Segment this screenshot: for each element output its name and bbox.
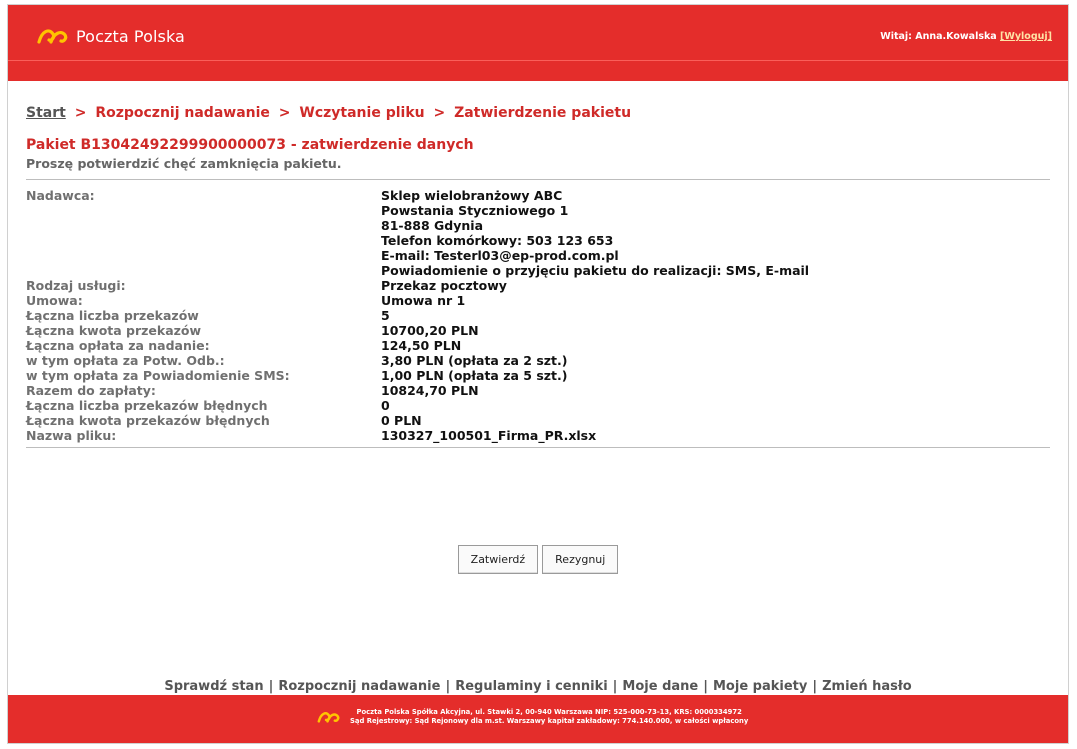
detail-row: Łączna liczba przekazów 5 (26, 308, 1050, 323)
footer-legal: Poczta Polska Spółka Akcyjna, ul. Stawki… (316, 708, 748, 726)
breadcrumb-separator: > (433, 105, 446, 121)
main-content: Start > Rozpocznij nadawanie > Wczytanie… (26, 97, 1050, 448)
divider-top (26, 179, 1050, 180)
package-code: Pakiet B13042492299900000073 (26, 137, 286, 153)
detail-label: Nadawca: (26, 188, 95, 203)
header-bar: Poczta Polska Witaj: Anna.Kowalska [Wylo… (8, 5, 1068, 81)
header-divider (8, 60, 1068, 61)
detail-label: Łączna kwota przekazów błędnych (26, 413, 270, 428)
detail-row: w tym opłata za Powiadomienie SMS: 1,00 P… (26, 368, 1050, 383)
detail-row: Łączna opłata za nadanie: 124,50 PLN (26, 338, 1050, 353)
breadcrumb-separator: > (278, 105, 291, 121)
page-frame: Poczta Polska Witaj: Anna.Kowalska [Wylo… (7, 4, 1069, 744)
poczta-polska-horn-icon (317, 712, 340, 723)
welcome-area: Witaj: Anna.Kowalska [Wyloguj] (880, 31, 1052, 42)
action-buttons: Zatwierdź Rezygnuj (8, 545, 1068, 574)
breadcrumb-step-rozpocznij: Rozpocznij nadawanie (95, 105, 270, 121)
sender-address: Sklep wielobranżowy ABC Powstania Styczn… (381, 188, 1050, 278)
page-subtitle: Proszę potwierdzić chęć zamknięcia pakie… (26, 156, 342, 171)
legal-line: Poczta Polska Spółka Akcyjna, ul. Stawki… (356, 708, 742, 716)
brand-name: Poczta Polska (76, 26, 185, 46)
footer-separator: | (812, 679, 818, 694)
footer-link-rozpocznij-nadawanie[interactable]: Rozpocznij nadawanie (278, 679, 440, 694)
divider-bottom (26, 447, 1050, 448)
sender-line: Sklep wielobranżowy ABC (381, 188, 563, 203)
detail-value: 10824,70 PLN (381, 383, 479, 398)
detail-label: w tym opłata za Powiadomienie SMS: (26, 368, 290, 383)
footer-separator: | (703, 679, 708, 694)
footer-link-sprawdz-stan[interactable]: Sprawdź stan (164, 679, 263, 694)
detail-row: Razem do zapłaty: 10824,70 PLN (26, 383, 1050, 398)
package-details-table: Nadawca: Sklep wielobranżowy ABC Powstan… (26, 188, 1050, 443)
detail-value: 1,00 PLN (opłata za 5 szt.) (381, 368, 568, 383)
poczta-polska-horn-icon (37, 29, 68, 44)
detail-value: 124,50 PLN (381, 338, 462, 353)
footer-link-moje-dane[interactable]: Moje dane (622, 679, 698, 694)
detail-label: Łączna liczba przekazów błędnych (26, 398, 268, 413)
breadcrumb-step-wczytanie: Wczytanie pliku (299, 105, 425, 121)
sender-line: 81-888 Gdynia (381, 218, 484, 233)
breadcrumb: Start > Rozpocznij nadawanie > Wczytanie… (26, 105, 1050, 121)
detail-label: Łączna kwota przekazów (26, 323, 202, 338)
detail-value: Umowa nr 1 (381, 293, 466, 308)
sender-line: Powiadomienie o przyjęciu pakietu do rea… (381, 263, 810, 278)
detail-label: w tym opłata za Potw. Odb.: (26, 353, 225, 368)
detail-row: Nazwa pliku: 130327_100501_Firma_PR.xlsx (26, 428, 1050, 443)
detail-value: 130327_100501_Firma_PR.xlsx (381, 428, 597, 443)
detail-row: Łączna liczba przekazów błędnych 0 (26, 398, 1050, 413)
detail-value: 0 PLN (381, 413, 422, 428)
detail-value: 10700,20 PLN (381, 323, 479, 338)
breadcrumb-start-link[interactable]: Start (26, 105, 66, 121)
breadcrumb-separator: > (74, 105, 87, 121)
footer-separator: | (445, 679, 451, 694)
logout-link[interactable]: [Wyloguj] (1000, 31, 1052, 42)
detail-value: 5 (381, 308, 390, 323)
footer-link-regulaminy[interactable]: Regulaminy i cenniki (455, 679, 607, 694)
confirm-button[interactable]: Zatwierdź (457, 545, 539, 574)
detail-label: Nazwa pliku: (26, 428, 117, 443)
brand-logo[interactable]: Poczta Polska (36, 25, 185, 47)
detail-row: Łączna kwota przekazów 10700,20 PLN (26, 323, 1050, 338)
page-title-suffix: - zatwierdzenie danych (286, 137, 474, 153)
detail-label: Razem do zapłaty: (26, 383, 156, 398)
detail-value: Przekaz pocztowy (381, 278, 507, 293)
breadcrumb-step-zatwierdzenie: Zatwierdzenie pakietu (454, 105, 632, 121)
detail-row: Umowa: Umowa nr 1 (26, 293, 1050, 308)
detail-label: Umowa: (26, 293, 83, 308)
detail-row: Łączna kwota przekazów błędnych 0 PLN (26, 413, 1050, 428)
footer-separator: | (612, 679, 618, 694)
footer-link-zmien-haslo[interactable]: Zmień hasło (822, 679, 912, 694)
footer-bar: Poczta Polska Spółka Akcyjna, ul. Stawki… (8, 695, 1068, 743)
detail-label: Łączna liczba przekazów (26, 308, 199, 323)
detail-value: 3,80 PLN (opłata za 2 szt.) (381, 353, 568, 368)
detail-label: Łączna opłata za nadanie: (26, 338, 210, 353)
footer-link-moje-pakiety[interactable]: Moje pakiety (713, 679, 807, 694)
detail-row-sender: Nadawca: Sklep wielobranżowy ABC Powstan… (26, 188, 1050, 278)
detail-value: 0 (381, 398, 390, 413)
legal-line: Sąd Rejestrowy: Sąd Rejonowy dla m.st. W… (350, 717, 749, 725)
footer-nav: Sprawdź stan | Rozpocznij nadawanie | Regula… (8, 679, 1068, 694)
detail-row: w tym opłata za Potw. Odb.: 3,80 PLN (opł… (26, 353, 1050, 368)
welcome-text: Witaj: Anna.Kowalska (880, 31, 997, 42)
legal-text: Poczta Polska Spółka Akcyjna, ul. Stawki… (350, 708, 748, 726)
sender-line: Telefon komórkowy: 503 123 653 (381, 233, 614, 248)
sender-line: E-mail: Testerl03@ep-prod.com.pl (381, 248, 619, 263)
detail-row: Rodzaj usługi: Przekaz pocztowy (26, 278, 1050, 293)
page-title: Pakiet B13042492299900000073 - zatwierdz… (26, 137, 1050, 153)
detail-label: Rodzaj usługi: (26, 278, 126, 293)
footer-separator: | (268, 679, 274, 694)
sender-line: Powstania Styczniowego 1 (381, 203, 569, 218)
cancel-button[interactable]: Rezygnuj (542, 545, 619, 574)
